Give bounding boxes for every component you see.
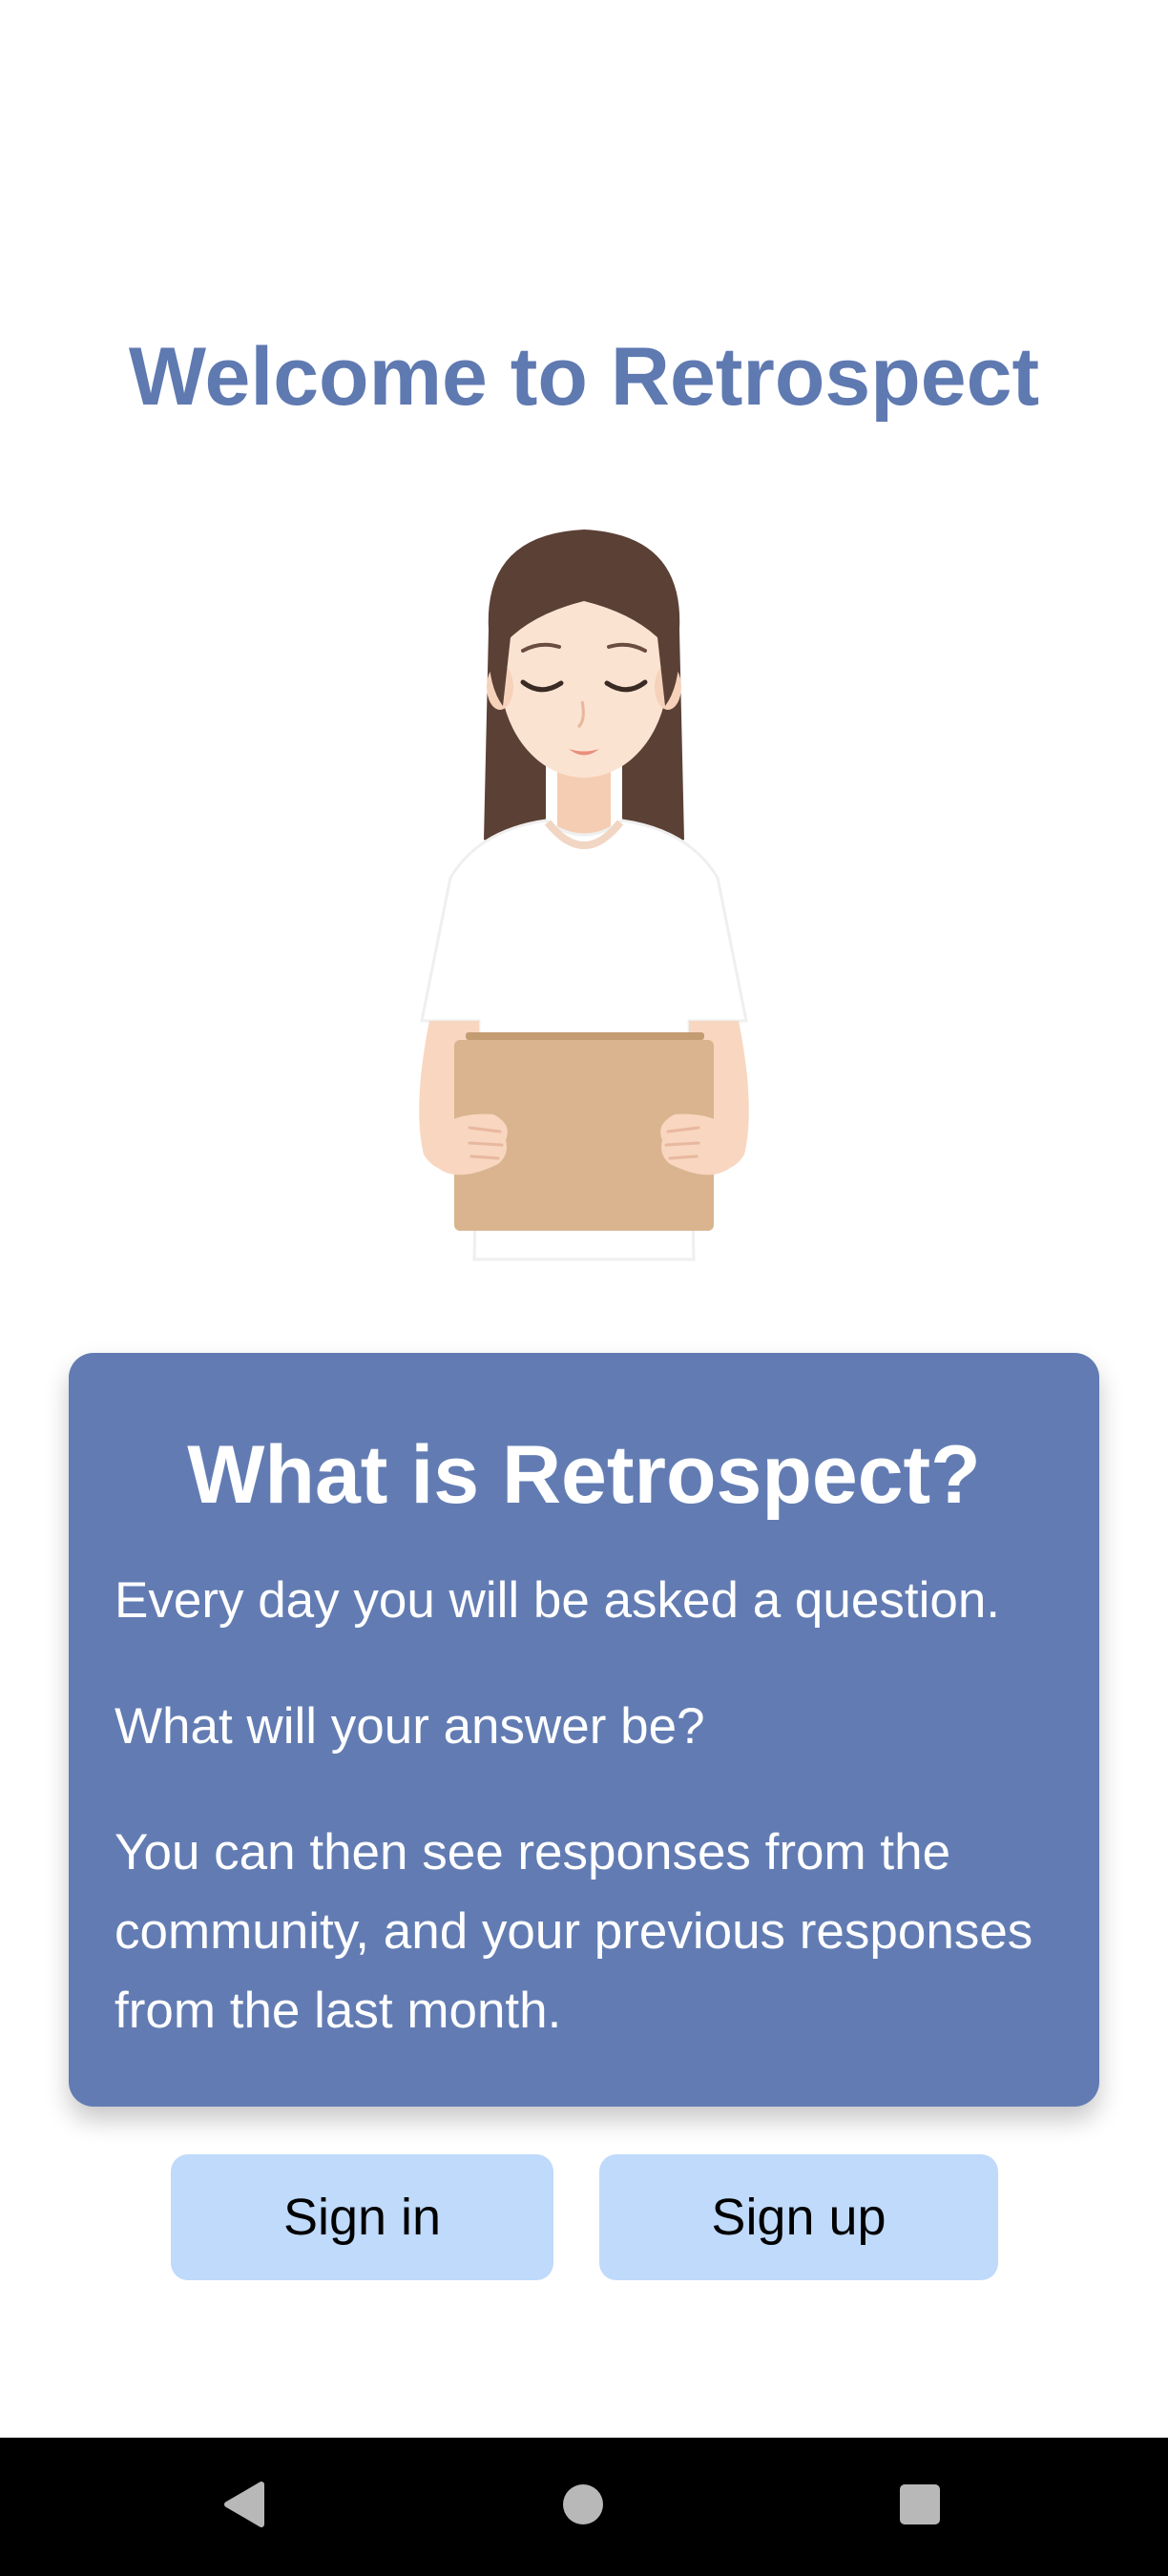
system-navigation-bar — [0, 2438, 1168, 2576]
nav-back-button[interactable] — [168, 2438, 321, 2576]
home-circle-icon — [561, 2483, 605, 2531]
nav-recents-button[interactable] — [844, 2438, 996, 2576]
recents-square-icon — [898, 2483, 942, 2531]
sign-up-button[interactable]: Sign up — [599, 2154, 998, 2280]
back-triangle-icon — [221, 2481, 267, 2533]
info-card-paragraph: Every day you will be asked a question. — [115, 1572, 1001, 1629]
sign-in-button[interactable]: Sign in — [171, 2154, 553, 2280]
info-card-paragraph: You can then see responses from the comm… — [115, 1824, 1033, 2039]
page-title: Welcome to Retrospect — [128, 331, 1040, 423]
woman-reading-illustration — [336, 525, 832, 1269]
info-card-title: What is Retrospect? — [187, 1429, 981, 1521]
info-card: What is Retrospect? Every day you will b… — [69, 1353, 1099, 2107]
nav-home-button[interactable] — [507, 2438, 659, 2576]
info-card-paragraph: What will your answer be? — [115, 1698, 705, 1755]
